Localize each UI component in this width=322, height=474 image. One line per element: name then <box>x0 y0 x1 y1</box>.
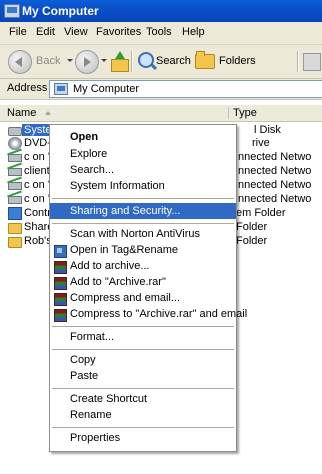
menu-separator <box>52 349 234 350</box>
menu-item-create-shortcut[interactable]: Create Shortcut <box>50 391 236 407</box>
back-dropdown-icon[interactable] <box>67 59 73 62</box>
menu-item-label: Rename <box>70 409 112 421</box>
context-menu: Open Explore Search... System Informatio… <box>49 124 247 452</box>
item-type: nnected Netwo <box>238 179 312 191</box>
my-computer-icon <box>54 83 68 95</box>
menu-item-copy[interactable]: Copy <box>50 352 236 368</box>
network-drive-icon <box>8 154 22 162</box>
menu-file[interactable]: File <box>9 26 27 38</box>
menu-item-label: Open <box>70 131 99 143</box>
sort-ascending-icon <box>45 111 51 115</box>
menu-separator <box>52 223 234 224</box>
menu-favorites[interactable]: Favorites <box>96 26 141 38</box>
winrar-icon <box>54 277 67 290</box>
menu-item-label: Format... <box>70 331 115 343</box>
menu-item-open-in-tag-rename[interactable]: Open in Tag&Rename <box>50 242 236 258</box>
item-type: Folder <box>236 221 268 233</box>
folder-icon <box>8 223 22 234</box>
back-button-label[interactable]: Back <box>36 55 60 67</box>
back-arrow-icon[interactable] <box>8 50 32 74</box>
menu-item-label: Paste <box>70 370 99 382</box>
column-header: Name Type <box>0 105 322 122</box>
up-folder-icon[interactable] <box>109 51 129 72</box>
menu-view[interactable]: View <box>64 26 88 38</box>
menu-item-label: System Information <box>70 180 165 192</box>
menu-item-add-to-archive-rar[interactable]: Add to "Archive.rar" <box>50 274 236 290</box>
menu-item-label: Create Shortcut <box>70 393 148 405</box>
menu-item-system-information[interactable]: System Information <box>50 178 236 194</box>
menu-item-label: Explore <box>70 148 108 160</box>
menu-item-format[interactable]: Format... <box>50 329 236 345</box>
menu-separator <box>52 427 234 428</box>
search-icon[interactable] <box>138 52 154 68</box>
menu-item-add-to-archive[interactable]: Add to archive... <box>50 258 236 274</box>
winrar-icon <box>54 293 67 306</box>
search-button-label[interactable]: Search <box>156 55 191 67</box>
item-type: nnected Netwo <box>238 193 312 205</box>
drive-icon <box>8 127 22 136</box>
folders-icon[interactable] <box>195 51 215 69</box>
window-title: My Computer <box>22 4 99 18</box>
item-name: Rob's <box>24 235 52 247</box>
column-name[interactable]: Name <box>7 107 36 119</box>
menu-separator <box>52 326 234 327</box>
item-type: rive <box>252 137 270 149</box>
item-type: em Folder <box>236 207 286 219</box>
title-bar[interactable]: My Computer <box>0 0 322 22</box>
address-value: My Computer <box>73 83 140 95</box>
menu-item-label: Add to "Archive.rar" <box>70 276 166 288</box>
address-label: Address <box>7 82 48 94</box>
menu-edit[interactable]: Edit <box>36 26 55 38</box>
menu-item-search[interactable]: Search... <box>50 162 236 178</box>
menu-item-sharing-and-security[interactable]: Sharing and Security... <box>50 203 236 219</box>
control-panel-icon <box>8 207 22 220</box>
winrar-icon <box>54 261 67 274</box>
item-name: Contr <box>24 207 51 219</box>
menu-item-explore[interactable]: Explore <box>50 146 236 162</box>
menu-item-label: Open in Tag&Rename <box>70 244 179 256</box>
item-type: l Disk <box>254 124 281 136</box>
menu-item-open[interactable]: Open <box>50 129 236 145</box>
menu-item-label: Copy <box>70 354 96 366</box>
menu-bar: File Edit View Favorites Tools Help <box>0 22 322 45</box>
toolbar: Back Search Folders <box>0 45 322 79</box>
menu-item-label: Add to archive... <box>70 260 150 272</box>
network-drive-icon <box>8 168 22 176</box>
column-type[interactable]: Type <box>233 107 257 119</box>
toolbar-separator <box>131 51 133 72</box>
column-divider[interactable] <box>228 107 229 119</box>
network-drive-icon <box>8 182 22 190</box>
address-field[interactable]: My Computer <box>49 80 322 98</box>
menu-item-label: Sharing and Security... <box>70 205 181 217</box>
menu-help[interactable]: Help <box>182 26 205 38</box>
menu-item-label: Properties <box>70 432 121 444</box>
item-type: nnected Netwo <box>238 165 312 177</box>
my-computer-icon <box>4 4 20 18</box>
menu-item-scan-norton[interactable]: Scan with Norton AntiVirus <box>50 226 236 242</box>
folders-button-label[interactable]: Folders <box>219 55 256 67</box>
item-type: nnected Netwo <box>238 151 312 163</box>
menu-item-paste[interactable]: Paste <box>50 368 236 384</box>
menu-item-label: Scan with Norton AntiVirus <box>70 228 201 240</box>
views-icon[interactable] <box>303 53 321 71</box>
menu-item-compress-and-email[interactable]: Compress and email... <box>50 290 236 306</box>
menu-item-compress-rar-and-email[interactable]: Compress to "Archive.rar" and email <box>50 306 247 322</box>
menu-separator <box>52 198 234 199</box>
menu-tools[interactable]: Tools <box>146 26 172 38</box>
menu-item-properties[interactable]: Properties <box>50 430 236 446</box>
forward-arrow-icon[interactable] <box>75 50 99 74</box>
menu-item-label: Compress to "Archive.rar" and email <box>70 308 248 320</box>
menu-item-label: Search... <box>70 164 115 176</box>
item-type: Folder <box>236 235 268 247</box>
network-drive-icon <box>8 196 22 204</box>
toolbar-separator <box>297 51 299 72</box>
menu-separator <box>52 388 234 389</box>
menu-item-rename[interactable]: Rename <box>50 407 236 423</box>
folder-icon <box>8 237 22 248</box>
winrar-icon <box>54 309 67 322</box>
menu-item-label: Compress and email... <box>70 292 181 304</box>
address-bar: Address My Computer <box>0 79 322 100</box>
forward-dropdown-icon[interactable] <box>101 59 107 62</box>
tag-rename-icon <box>54 245 67 258</box>
